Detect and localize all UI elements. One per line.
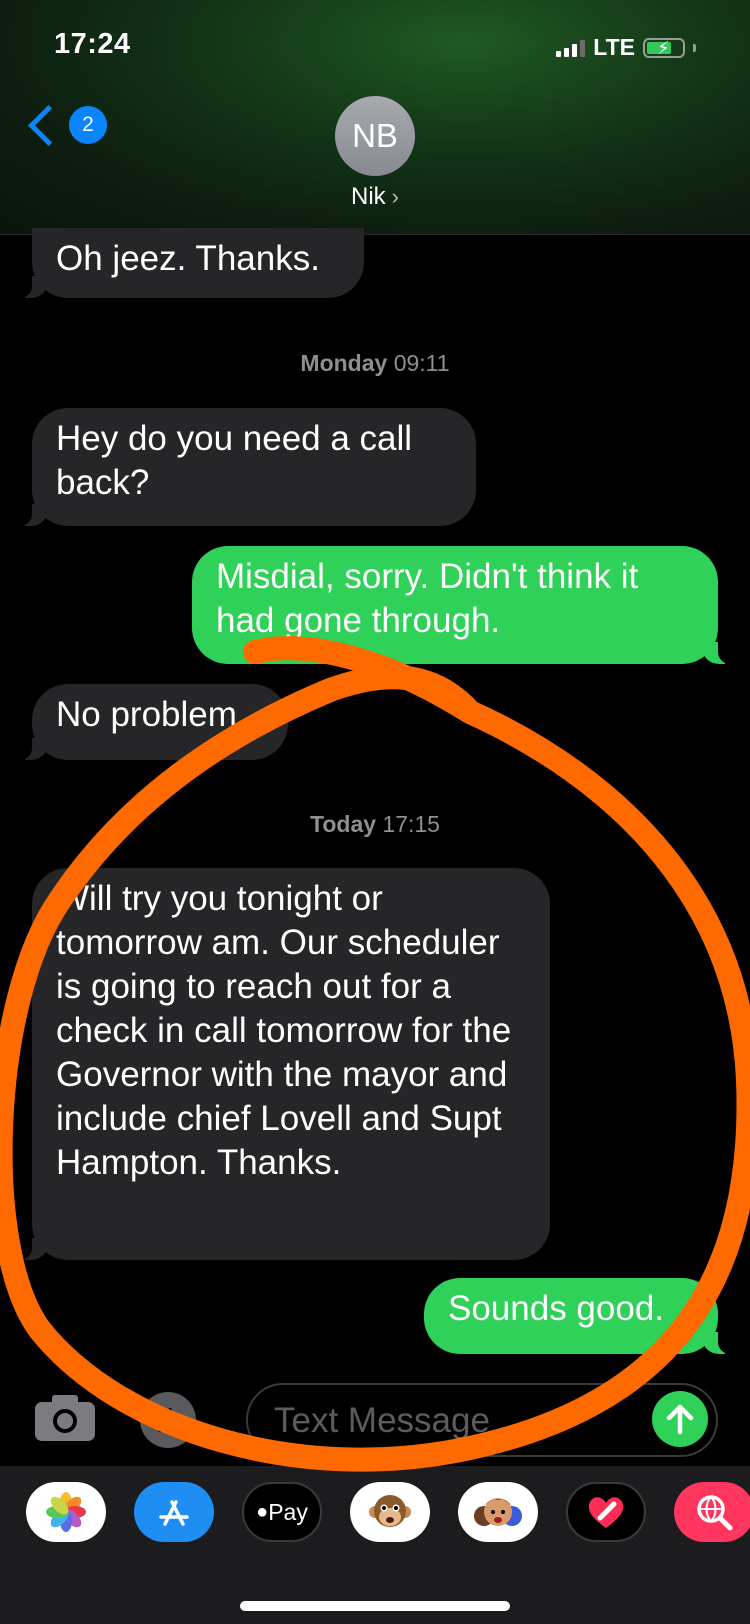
signal-icon bbox=[556, 39, 586, 57]
contact-name: Nik bbox=[351, 183, 386, 210]
timestamp-time: 17:15 bbox=[382, 811, 440, 837]
timestamp-divider: Today 17:15 bbox=[0, 811, 750, 838]
photos-icon[interactable] bbox=[26, 1482, 106, 1542]
network-label: LTE bbox=[593, 34, 635, 60]
battery-nub bbox=[693, 43, 696, 52]
message-text: Sounds good. bbox=[448, 1289, 665, 1328]
unread-badge: 2 bbox=[69, 106, 107, 144]
message-bubble[interactable]: Misdial, sorry. Didn't think it had gone… bbox=[192, 546, 732, 664]
web-search-icon[interactable] bbox=[674, 1482, 750, 1542]
timestamp-divider: Monday 09:11 bbox=[0, 350, 750, 377]
back-button[interactable]: 2 bbox=[22, 104, 107, 146]
camera-icon[interactable] bbox=[34, 1394, 96, 1442]
message-input[interactable]: Text Message bbox=[246, 1383, 718, 1457]
apple-pay-label: Pay bbox=[268, 1498, 308, 1525]
message-bubble[interactable]: Will try you tonight or tomorrow am. Our… bbox=[18, 868, 550, 1260]
message-text: No problem bbox=[56, 695, 237, 734]
memoji-icon[interactable] bbox=[458, 1482, 538, 1542]
contact-avatar[interactable]: NB bbox=[335, 96, 415, 176]
message-text: Misdial, sorry. Didn't think it had gone… bbox=[216, 557, 639, 640]
app-store-icon[interactable] bbox=[134, 1482, 214, 1542]
battery-icon: ⚡ bbox=[643, 37, 685, 58]
message-text: Oh jeez. Thanks. bbox=[56, 239, 320, 278]
status-time: 17:24 bbox=[54, 28, 131, 60]
message-bubble[interactable]: Oh jeez. Thanks. bbox=[18, 228, 364, 298]
apple-pay-icon[interactable]: ● Pay bbox=[242, 1482, 322, 1542]
message-text: Hey do you need a call back? bbox=[56, 419, 413, 502]
message-bubble[interactable]: Sounds good. bbox=[424, 1278, 732, 1354]
contact-name-button[interactable]: Nik › bbox=[0, 183, 750, 211]
message-text: Will try you tonight or tomorrow am. Our… bbox=[56, 879, 512, 1182]
message-bubble[interactable]: No problem bbox=[18, 684, 288, 760]
app-store-button[interactable] bbox=[140, 1392, 196, 1448]
send-button[interactable] bbox=[652, 1391, 708, 1447]
home-indicator[interactable] bbox=[240, 1601, 510, 1611]
digital-touch-icon[interactable] bbox=[566, 1482, 646, 1542]
timestamp-day: Monday bbox=[300, 350, 388, 376]
message-bubble[interactable]: Hey do you need a call back? bbox=[18, 408, 476, 526]
conversation-header: 17:24 LTE ⚡ 2 NB Nik › bbox=[0, 0, 750, 235]
timestamp-day: Today bbox=[310, 811, 377, 837]
timestamp-time: 09:11 bbox=[393, 350, 450, 376]
arrow-up-icon bbox=[666, 1404, 694, 1435]
chevron-right-icon: › bbox=[391, 184, 399, 209]
animoji-icon[interactable] bbox=[350, 1482, 430, 1542]
app-store-glyph-icon bbox=[155, 1408, 181, 1432]
app-drawer: ● Pay bbox=[0, 1466, 750, 1624]
chevron-left-icon bbox=[27, 104, 70, 146]
message-input-placeholder: Text Message bbox=[274, 1401, 490, 1440]
status-indicators: LTE ⚡ bbox=[556, 34, 696, 61]
